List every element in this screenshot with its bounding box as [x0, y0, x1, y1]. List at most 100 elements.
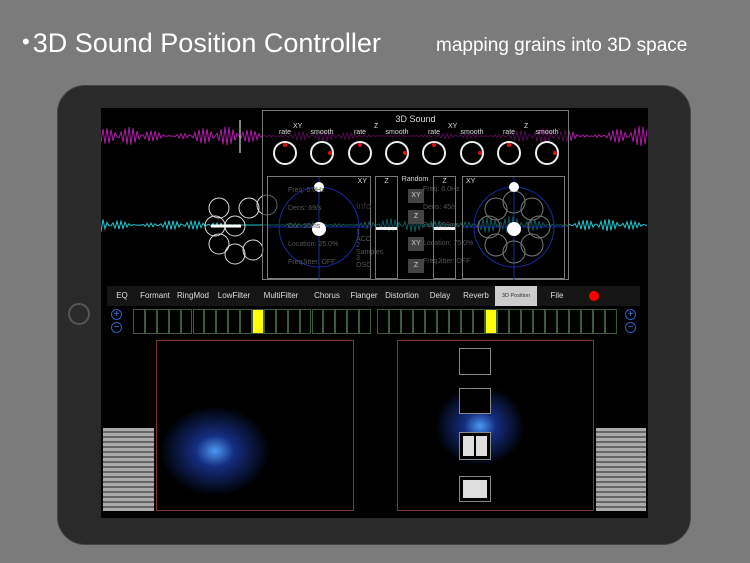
random-label: Random [401, 176, 429, 183]
sequencer-step[interactable] [228, 309, 241, 334]
info-dens: Dens: 69/s [288, 205, 322, 212]
knob-rate[interactable] [344, 137, 376, 169]
knob-label: rate [427, 129, 441, 136]
right-level-meter [596, 428, 646, 511]
knob-smooth[interactable] [381, 137, 413, 169]
headline: • 3D Sound Position Controller [22, 28, 381, 59]
knob-label: smooth [385, 129, 409, 136]
knob-rate[interactable] [493, 137, 525, 169]
tab-flanger[interactable]: Flanger [347, 286, 381, 306]
headline-subtitle: mapping grains into 3D space [436, 35, 688, 56]
split-view-button[interactable] [459, 432, 491, 460]
sequencer-step[interactable] [557, 309, 569, 334]
sequencer-step[interactable] [545, 309, 557, 334]
mode-button-empty[interactable] [459, 348, 491, 375]
sequencer-step[interactable] [605, 309, 617, 334]
info-item: 1 ACC [356, 229, 371, 243]
sequencer-step[interactable] [389, 309, 401, 334]
left-xy-pad[interactable]: XY Freq: 6.0Hz Dens: 69/s Dur: 20ms Loca… [267, 176, 383, 280]
record-button[interactable] [589, 291, 599, 301]
sequencer-step[interactable] [509, 309, 521, 334]
right-xy-pad[interactable]: XY [462, 176, 566, 280]
sequencer-step[interactable] [287, 309, 300, 334]
mode-button-empty[interactable] [459, 388, 491, 414]
info-dur: Dur: 20ms [288, 223, 321, 230]
left-level-meter [103, 428, 154, 511]
sequencer-step[interactable] [156, 309, 169, 334]
effects-tab-bar: EQ Formant RingMod LowFilter MultiFilter Chor… [107, 286, 640, 306]
sequencer-step[interactable] [192, 309, 205, 334]
sequencer-step-active[interactable] [485, 309, 497, 334]
tab-3d-position[interactable]: 3D Position [495, 286, 537, 306]
knob-rate[interactable] [269, 137, 301, 169]
knob-label: smooth [535, 129, 559, 136]
sequencer-step[interactable] [323, 309, 336, 334]
bullet: • [22, 29, 30, 54]
sequencer-step[interactable] [359, 309, 371, 334]
knob-smooth[interactable] [531, 137, 563, 169]
sequencer-step[interactable] [521, 309, 533, 334]
sequencer-step[interactable] [335, 309, 348, 334]
sequencer-step[interactable] [133, 309, 145, 334]
sequencer-step[interactable] [449, 309, 461, 334]
sequencer-step[interactable] [497, 309, 509, 334]
z-slider-right[interactable]: Z [433, 176, 456, 279]
minus-icon[interactable]: − [111, 322, 122, 333]
z-slider-left[interactable]: Z [375, 176, 398, 279]
left-particle-pad[interactable] [156, 340, 354, 511]
sequencer-step[interactable] [240, 309, 252, 334]
random-z-button[interactable]: Z [408, 259, 424, 273]
minus-icon[interactable]: − [625, 322, 636, 333]
sequencer-step[interactable] [180, 309, 193, 334]
3d-sound-panel: 3D Sound XY Z XY Z rate smooth rate smoo… [262, 110, 569, 280]
random-z-button[interactable]: Z [408, 210, 424, 224]
sequencer-step[interactable] [216, 309, 229, 334]
sequencer-step[interactable] [347, 309, 360, 334]
tab-ringmod[interactable]: RingMod [173, 286, 213, 306]
tab-lowfilter[interactable]: LowFilter [213, 286, 255, 306]
sequencer-step[interactable] [593, 309, 605, 334]
knob-label: rate [278, 129, 292, 136]
tab-delay[interactable]: Delay [423, 286, 457, 306]
sequencer-step[interactable] [204, 309, 217, 334]
knob-label: rate [353, 129, 367, 136]
sequencer-step[interactable] [311, 309, 324, 334]
sequencer-step[interactable] [437, 309, 449, 334]
z-label: Z [384, 178, 389, 185]
sequencer-step[interactable] [377, 309, 389, 334]
sequencer-step[interactable] [533, 309, 545, 334]
sequencer-step[interactable] [144, 309, 157, 334]
tab-distortion[interactable]: Distortion [381, 286, 423, 306]
slider-handle[interactable] [376, 227, 397, 230]
sequencer-step[interactable] [401, 309, 413, 334]
sequencer-step[interactable] [299, 309, 312, 334]
plus-icon[interactable]: + [625, 309, 636, 320]
knob-smooth[interactable] [456, 137, 488, 169]
slider-handle[interactable] [434, 227, 455, 230]
random-xy-button[interactable]: XY [408, 189, 424, 203]
tab-file[interactable]: File [537, 286, 577, 306]
plus-icon[interactable]: + [111, 309, 122, 320]
tab-chorus[interactable]: Chorus [307, 286, 347, 306]
sequencer-step[interactable] [581, 309, 593, 334]
sequencer-step[interactable] [461, 309, 473, 334]
sequencer-step-active[interactable] [252, 309, 264, 334]
tab-multifilter[interactable]: MultiFilter [255, 286, 307, 306]
home-button[interactable] [68, 303, 90, 325]
knob-smooth[interactable] [306, 137, 338, 169]
sequencer-step[interactable] [425, 309, 437, 334]
knob-rate[interactable] [418, 137, 450, 169]
tab-eq[interactable]: EQ [107, 286, 137, 306]
sequencer-step[interactable] [569, 309, 581, 334]
random-xy-button[interactable]: XY [408, 237, 424, 251]
sequencer-step[interactable] [413, 309, 425, 334]
knob-label: smooth [310, 129, 334, 136]
single-view-button[interactable] [459, 476, 491, 502]
tab-reverb[interactable]: Reverb [457, 286, 495, 306]
sequencer-step[interactable] [473, 309, 485, 334]
sequencer-step[interactable] [168, 309, 181, 334]
sequencer-step[interactable] [263, 309, 276, 334]
right-particle-pad[interactable] [397, 340, 594, 511]
tab-formant[interactable]: Formant [137, 286, 173, 306]
sequencer-step[interactable] [275, 309, 288, 334]
